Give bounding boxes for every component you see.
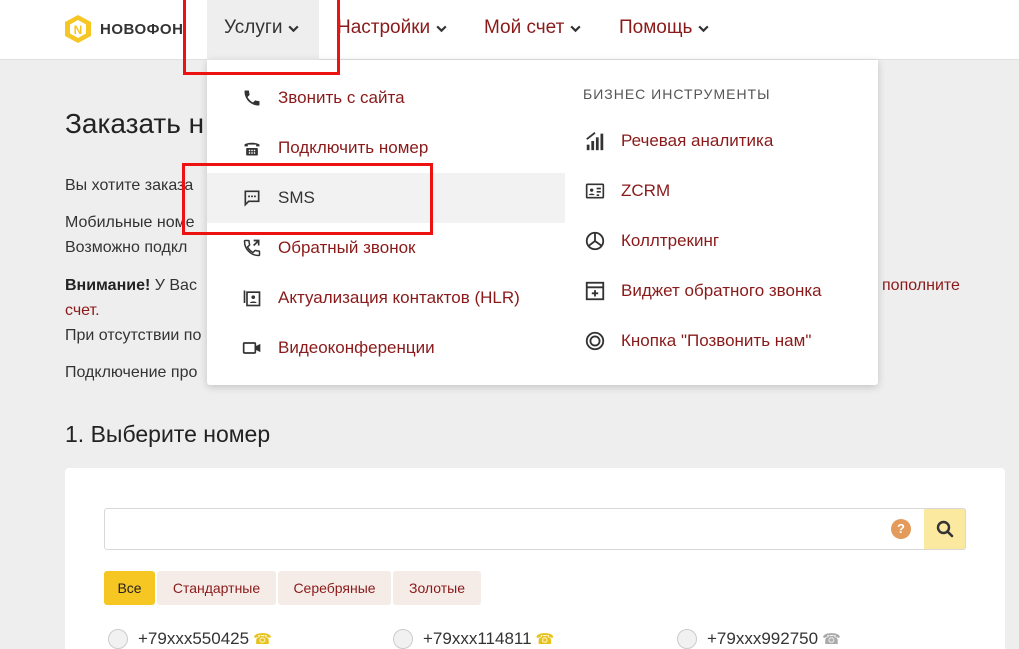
intro-text: Вы хотите заказа (65, 177, 194, 194)
chevron-down-icon (288, 25, 300, 32)
menu-item-call-us-button[interactable]: Кнопка "Позвонить нам" (583, 316, 811, 366)
menu-item-callback-widget[interactable]: Виджет обратного звонка (583, 266, 822, 316)
menu-item-label: Звонить с сайта (278, 88, 405, 107)
number-selection-card (65, 468, 1005, 649)
chevron-down-icon (698, 25, 709, 32)
filter-standard[interactable]: Стандартные (157, 571, 276, 605)
nav-services[interactable]: Услуги (224, 14, 300, 42)
menu-item-label: Видеоконференции (278, 338, 435, 357)
filter-silver[interactable]: Серебряные (278, 571, 391, 605)
callback-icon (240, 236, 264, 260)
number-text: +79xxx992750 (707, 629, 819, 648)
calltracking-icon (583, 229, 607, 253)
crm-icon (583, 179, 607, 203)
menu-item-callback[interactable]: Обратный звонок (240, 223, 415, 273)
menu-item-label: SMS (278, 188, 315, 207)
nav-my-account[interactable]: Мой счет (484, 14, 582, 42)
logo[interactable]: N НОВОФОН (64, 13, 183, 45)
menu-item-hlr[interactable]: Актуализация контактов (HLR) (240, 273, 520, 323)
menu-item-label: Виджет обратного звонка (621, 281, 822, 300)
menu-item-label: ZCRM (621, 181, 671, 200)
page-title: Заказать н (65, 108, 205, 139)
menu-item-zcrm[interactable]: ZCRM (583, 166, 670, 216)
search-input[interactable] (105, 509, 885, 549)
menu-item-label: Коллтрекинг (621, 231, 720, 250)
menu-item-calltracking[interactable]: Коллтрекинг (583, 216, 719, 266)
menu-item-label: Кнопка "Позвонить нам" (621, 331, 812, 350)
connection-info-text: Подключение про (65, 364, 198, 381)
menu-item-call-from-site[interactable]: Звонить с сайта (240, 73, 405, 123)
help-icon[interactable]: ? (891, 519, 911, 539)
warning-text: Внимание! У Вас (65, 277, 197, 295)
filter-gold[interactable]: Золотые (393, 571, 481, 605)
mobile-numbers-text: Мобильные номе (65, 214, 195, 231)
sms-icon (240, 186, 264, 210)
menu-item-connect-number[interactable]: Подключить номер (240, 123, 428, 173)
filter-all[interactable]: Все (104, 571, 155, 605)
warning-label: Внимание! (65, 277, 151, 294)
nav-help[interactable]: Помощь (619, 14, 710, 42)
radio-button[interactable] (393, 629, 413, 649)
nav-settings[interactable]: Настройки (337, 14, 448, 42)
account-link[interactable]: счет. (65, 302, 100, 320)
section-title: 1. Выберите номер (65, 421, 271, 447)
number-option[interactable]: +79xxx114811 ☎ (393, 628, 554, 649)
top-up-link[interactable]: пополните (882, 277, 960, 295)
nav-settings-label: Настройки (337, 17, 431, 38)
phone-silver-icon: ☎ (822, 631, 841, 648)
contacts-icon (240, 286, 264, 310)
phone-icon (240, 86, 264, 110)
absence-text: При отсутствии по (65, 327, 202, 344)
logo-text: НОВОФОН (100, 20, 184, 38)
number-text: +79xxx114811 (423, 629, 532, 648)
top-header: N НОВОФОН Услуги Настройки Мой счет Помо… (0, 0, 1019, 60)
menu-item-label: Актуализация контактов (HLR) (278, 288, 520, 307)
warning-body: У Вас (150, 277, 197, 294)
search-button[interactable] (924, 508, 966, 550)
chevron-down-icon (570, 25, 581, 32)
number-option[interactable]: +79xxx992750 ☎ (677, 628, 841, 649)
video-icon (240, 336, 264, 360)
phone-gold-icon: ☎ (253, 631, 272, 648)
widget-icon (583, 279, 607, 303)
business-tools-heading: БИЗНЕС ИНСТРУМЕНТЫ (583, 86, 771, 102)
menu-item-label: Речевая аналитика (621, 131, 774, 150)
menu-item-sms[interactable]: SMS (207, 173, 565, 223)
number-search (104, 508, 966, 550)
logo-mark-icon: N (65, 15, 91, 43)
phone-gold-icon: ☎ (535, 631, 555, 648)
chevron-down-icon (436, 25, 447, 32)
radio-button[interactable] (677, 629, 697, 649)
menu-item-speech-analytics[interactable]: Речевая аналитика (583, 116, 773, 166)
call-button-icon (583, 329, 607, 353)
nav-my-account-label: Мой счет (484, 17, 565, 38)
nav-help-label: Помощь (619, 17, 693, 38)
analytics-icon (583, 129, 607, 153)
nav-services-label: Услуги (224, 17, 283, 38)
connection-text: Возможно подкл (65, 239, 188, 256)
search-icon (936, 520, 953, 538)
number-text: +79xxx550425 (138, 629, 250, 648)
menu-item-video[interactable]: Видеоконференции (240, 323, 435, 373)
radio-button[interactable] (108, 629, 128, 649)
desk-phone-icon (240, 136, 264, 160)
svg-text:N: N (74, 23, 83, 37)
menu-item-label: Обратный звонок (278, 238, 416, 257)
menu-item-label: Подключить номер (278, 138, 429, 157)
number-option[interactable]: +79xxx550425 ☎ (108, 628, 272, 649)
